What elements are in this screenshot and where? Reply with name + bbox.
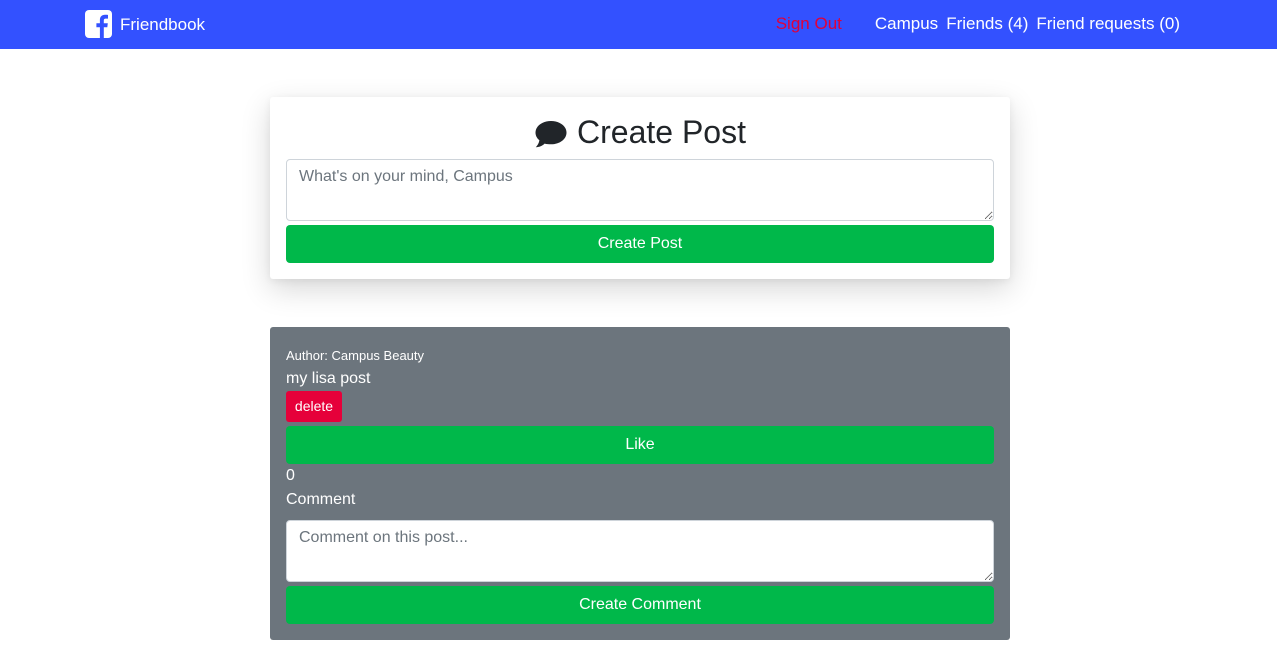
post-content: my lisa post	[286, 370, 371, 387]
brand-link[interactable]: Friendbook	[85, 10, 205, 38]
like-button[interactable]: Like	[286, 426, 994, 464]
post-author: Author: Campus Beauty	[286, 348, 425, 363]
create-post-card: Create Post Create Post	[270, 97, 1010, 279]
friends-link[interactable]: Friends (4)	[946, 13, 1028, 35]
nav-links: Sign Out Campus Friends (4) Friend reque…	[776, 13, 1180, 35]
create-post-button[interactable]: Create Post	[286, 225, 994, 263]
post-card: Author: Campus Beauty my lisa post delet…	[270, 327, 1010, 640]
navbar: Friendbook Sign Out Campus Friends (4) F…	[0, 0, 1277, 49]
facebook-logo-icon	[85, 10, 112, 38]
like-count: 0	[286, 467, 295, 484]
create-post-title: Create Post	[577, 114, 746, 150]
comment-icon	[534, 117, 568, 148]
comment-input[interactable]	[286, 520, 994, 582]
post-input[interactable]	[286, 159, 994, 221]
brand-name: Friendbook	[120, 14, 206, 34]
user-profile-link[interactable]: Campus	[875, 13, 938, 35]
sign-out-link[interactable]: Sign Out	[776, 13, 842, 35]
create-comment-button[interactable]: Create Comment	[286, 586, 994, 624]
delete-post-button[interactable]: delete	[286, 391, 342, 422]
create-post-heading: Create Post	[270, 111, 1010, 153]
friend-requests-link[interactable]: Friend requests (0)	[1036, 13, 1180, 35]
comment-label: Comment	[286, 491, 356, 508]
